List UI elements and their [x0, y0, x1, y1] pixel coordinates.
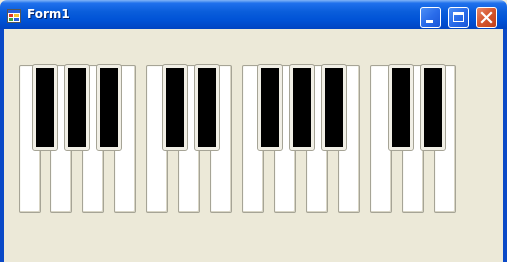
black-key[interactable]: [388, 64, 414, 151]
black-key[interactable]: [257, 64, 283, 151]
maximize-button[interactable]: [448, 7, 469, 28]
minimize-button[interactable]: [420, 7, 441, 28]
window-title: Form1: [27, 7, 70, 21]
maximize-icon: [453, 12, 464, 22]
close-button[interactable]: [476, 7, 497, 28]
minimize-icon: [426, 20, 433, 23]
app-icon[interactable]: [7, 8, 21, 23]
black-key[interactable]: [420, 64, 446, 151]
black-key[interactable]: [321, 64, 347, 151]
black-key[interactable]: [289, 64, 315, 151]
window-frame-right: [503, 29, 507, 262]
main-window: Form1: [0, 0, 507, 262]
title-bar[interactable]: Form1: [0, 0, 507, 29]
black-key[interactable]: [64, 64, 90, 151]
close-icon: [480, 11, 493, 24]
black-key[interactable]: [194, 64, 220, 151]
black-key[interactable]: [32, 64, 58, 151]
black-key[interactable]: [96, 64, 122, 151]
black-key[interactable]: [162, 64, 188, 151]
